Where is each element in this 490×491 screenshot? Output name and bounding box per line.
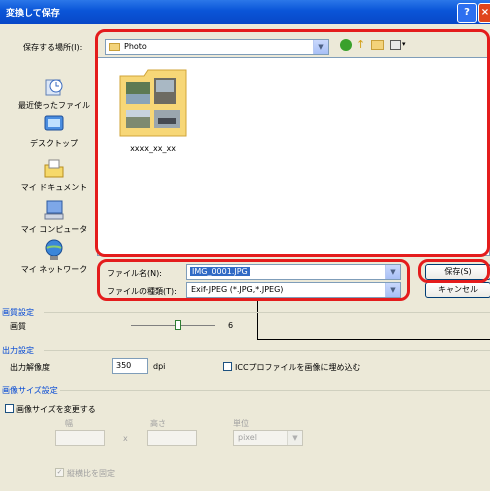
place-label-recent: 最近使ったファイル [18, 101, 90, 110]
aspect-ratio-checkbox[interactable]: ✓ [55, 468, 64, 477]
place-label-desktop: デスクトップ [30, 139, 78, 148]
times-label: x [123, 434, 128, 443]
title-bar[interactable]: 変換して保存 ? × [0, 0, 490, 24]
location-label: 保存する場所(I): [23, 43, 83, 52]
resize-checkbox[interactable] [5, 404, 14, 413]
place-network[interactable]: マイ ネットワーク [14, 238, 94, 275]
place-desktop[interactable]: デスクトップ [14, 112, 94, 149]
width-label: 幅 [65, 419, 73, 428]
height-label: 高さ [150, 419, 166, 428]
width-input[interactable] [55, 430, 105, 446]
resize-label: 画像サイズを変更する [16, 405, 96, 414]
my-network-icon [45, 239, 63, 260]
window-title: 変換して保存 [6, 9, 60, 19]
save-dialog: 変換して保存 ? × 保存する場所(I): Photo ▼ ↑ ▾ 最近使ったフ… [0, 0, 490, 491]
resolution-unit: dpi [153, 362, 166, 371]
quality-value: 6 [228, 321, 234, 330]
save-button-highlight [418, 259, 490, 283]
my-computer-icon [44, 200, 64, 220]
place-label-network: マイ ネットワーク [20, 265, 88, 274]
close-button[interactable]: × [478, 3, 490, 23]
output-section-title: 出力設定 [2, 346, 34, 355]
unit-label: 単位 [233, 419, 249, 428]
section-divider [44, 312, 490, 313]
unit-value: pixel [238, 433, 257, 442]
quality-slider-track[interactable] [131, 325, 215, 326]
resolution-value: 350 [116, 361, 132, 370]
place-label-documents: マイ ドキュメント [20, 183, 88, 192]
quality-section-title: 画質設定 [2, 308, 34, 317]
quality-slider-thumb[interactable] [175, 320, 181, 330]
place-documents[interactable]: マイ ドキュメント [14, 156, 94, 193]
filename-area-highlight [97, 259, 410, 301]
resolution-input[interactable]: 350 [112, 358, 148, 374]
aspect-ratio-label: 縦横比を固定 [67, 469, 115, 478]
desktop-icon [44, 115, 64, 131]
quality-label: 画質 [10, 322, 26, 331]
callout-line [257, 339, 490, 340]
icc-label: ICCプロファイルを画像に埋め込む [235, 363, 361, 372]
places-bar: 最近使ったファイル デスクトップ マイ ドキュメント マイ コンピュータ マイ … [14, 62, 94, 284]
section-divider [60, 390, 490, 391]
file-area-highlight [95, 29, 490, 257]
resolution-label: 出力解像度 [10, 363, 50, 372]
help-button[interactable]: ? [457, 3, 477, 23]
place-computer[interactable]: マイ コンピュータ [14, 198, 94, 235]
icc-checkbox[interactable] [223, 362, 232, 371]
size-section-title: 画像サイズ設定 [2, 386, 58, 395]
place-label-computer: マイ コンピュータ [20, 225, 88, 234]
section-divider [44, 350, 490, 351]
cancel-button[interactable]: キャンセル [425, 282, 490, 298]
place-recent[interactable]: 最近使ったファイル [14, 74, 94, 111]
callout-line [257, 301, 258, 339]
unit-dropdown[interactable]: pixel ▼ [233, 430, 303, 446]
my-documents-icon [44, 159, 64, 178]
height-input[interactable] [147, 430, 197, 446]
chevron-down-icon[interactable]: ▼ [287, 431, 302, 445]
recent-files-icon [45, 79, 63, 96]
